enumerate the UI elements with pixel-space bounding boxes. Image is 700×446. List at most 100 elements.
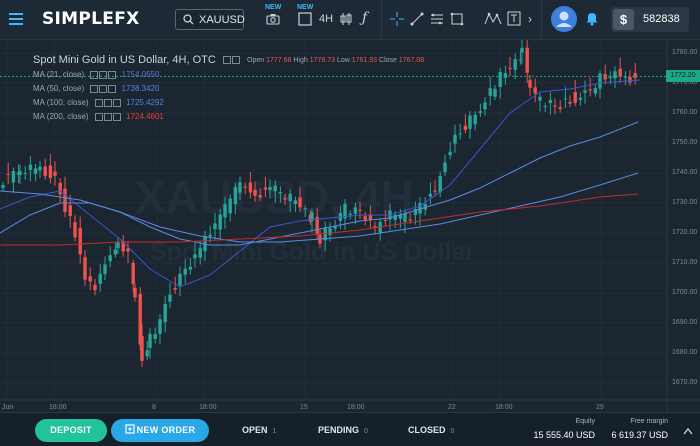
pattern-icon[interactable] — [484, 12, 502, 26]
candle-body — [208, 234, 212, 237]
candle-body — [173, 287, 177, 290]
indicator-controls[interactable] — [90, 84, 117, 94]
candle-body — [448, 151, 452, 156]
low-label: Low — [336, 57, 350, 64]
candle-body — [433, 190, 437, 192]
tab-open[interactable]: OPEN 1 — [242, 425, 276, 435]
hamburger-menu-icon[interactable] — [9, 13, 23, 25]
candle-body — [438, 175, 442, 193]
candle-body — [498, 72, 502, 88]
price-tick-label: 1760.00 — [672, 109, 698, 116]
candle-body — [593, 88, 598, 94]
symbol-value: XAUUSD — [199, 14, 245, 26]
trendline-icon[interactable] — [410, 12, 424, 26]
candle-body — [43, 166, 47, 177]
high-value: 1778.73 — [309, 57, 336, 64]
indicator-ma21[interactable]: MA (21, close) 1754.0650 — [33, 70, 159, 80]
candle-body — [513, 59, 517, 70]
indicator-ma50[interactable]: MA (50, close) 1738.3420 — [33, 84, 160, 94]
candle-body — [163, 303, 167, 323]
candle-body — [528, 79, 532, 88]
candle-body — [293, 200, 298, 205]
candle-body — [178, 273, 182, 286]
deposit-button[interactable]: DEPOSIT — [35, 419, 107, 442]
candle-body — [228, 198, 232, 214]
ohlc-readout: Open 1777.68 High 1778.73 Low 1761.93 Cl… — [247, 57, 424, 64]
candle-body — [278, 192, 283, 194]
candle-body — [618, 68, 622, 77]
candle-body — [583, 90, 587, 93]
user-avatar[interactable] — [551, 6, 577, 32]
candle-body — [358, 209, 362, 211]
tab-count: 0 — [450, 428, 455, 435]
candlestick-plot[interactable] — [0, 40, 700, 412]
candle-body — [468, 115, 472, 129]
candle-body — [520, 47, 524, 53]
indicator-controls[interactable] — [90, 70, 117, 80]
account-balance[interactable]: $ 582838 — [611, 7, 689, 32]
tab-count: 1 — [272, 428, 277, 435]
candle-body — [473, 114, 477, 125]
price-tick-label: 1740.00 — [672, 169, 698, 176]
candle-body — [148, 333, 152, 348]
candle-body — [548, 99, 553, 104]
candle-body — [628, 76, 632, 83]
candle-body — [213, 223, 217, 230]
candle-body — [428, 193, 433, 197]
indicator-controls[interactable] — [94, 112, 122, 122]
new-order-button[interactable]: NEW ORDER — [111, 419, 209, 442]
candles-icon[interactable] — [340, 12, 352, 26]
timeframe-selector[interactable]: 4H — [319, 13, 333, 25]
function-icon[interactable]: ƒ — [362, 11, 367, 25]
candle-body — [408, 219, 412, 221]
tab-closed[interactable]: CLOSED 0 — [408, 425, 454, 435]
chevron-up-icon[interactable] — [683, 427, 693, 435]
time-tick-label: 18:00 — [495, 404, 513, 411]
open-value: 1777.68 — [266, 57, 292, 64]
crosshair-icon[interactable] — [390, 12, 404, 26]
camera-icon[interactable] — [266, 13, 280, 25]
candle-body — [508, 67, 512, 69]
text-icon[interactable] — [507, 11, 521, 26]
tab-pending[interactable]: PENDING 0 — [318, 425, 368, 435]
time-tick-label: 8 — [152, 404, 156, 411]
candle-body — [53, 171, 57, 176]
symbol-search-box[interactable]: XAUUSD — [175, 9, 245, 30]
candle-body — [588, 89, 592, 91]
indicator-value: 1738.3420 — [121, 84, 160, 93]
title-controls[interactable] — [222, 54, 241, 66]
search-icon — [183, 14, 194, 25]
candle-body — [78, 227, 82, 255]
close-label: Close — [379, 57, 397, 64]
brand-logo: SIMPLEFX — [42, 9, 140, 29]
equity-label: Equity — [575, 418, 595, 425]
candle-body — [538, 96, 542, 101]
square-icon[interactable] — [298, 12, 312, 26]
chevron-right-icon[interactable]: › — [528, 12, 532, 26]
time-tick-label: 18:00 — [199, 404, 217, 411]
rectangle-icon[interactable] — [450, 12, 464, 26]
candle-body — [103, 264, 107, 274]
candle-body — [543, 106, 547, 108]
bell-icon[interactable] — [585, 11, 599, 26]
candle-body — [158, 319, 162, 334]
ma50-line — [0, 121, 639, 246]
price-tick-label: 1750.00 — [672, 139, 698, 146]
fib-icon[interactable] — [430, 12, 444, 26]
candle-body — [73, 222, 77, 238]
indicator-ma100[interactable]: MA (100, close) 1725.4292 — [33, 98, 164, 108]
new-tag: NEW — [265, 4, 282, 11]
indicator-controls[interactable] — [94, 98, 122, 108]
high-label: High — [293, 57, 308, 64]
candle-body — [568, 101, 572, 104]
candle-body — [23, 173, 27, 175]
indicator-ma200[interactable]: MA (200, close) 1724.4601 — [33, 112, 164, 122]
candle-body — [223, 204, 227, 218]
chart-title: Spot Mini Gold in US Dollar, 4H, OTC — [33, 54, 216, 66]
tab-label: PENDING — [318, 425, 360, 435]
candle-body — [273, 185, 277, 192]
candle-body — [11, 171, 16, 183]
candle-body — [258, 195, 262, 198]
price-chart[interactable]: XAUUSD, 4H Spot Mini Gold in US Dollar S… — [0, 40, 700, 412]
candle-body — [153, 334, 157, 339]
